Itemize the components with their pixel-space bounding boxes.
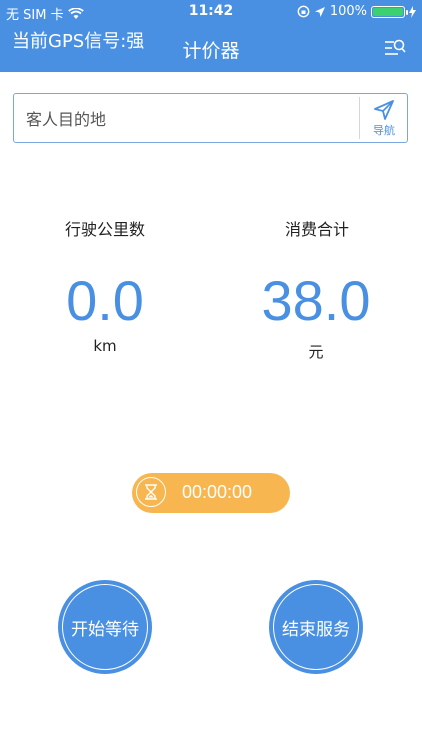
destination-input[interactable] [24, 94, 358, 144]
location-arrow-icon [314, 6, 325, 17]
hourglass-icon [145, 484, 157, 500]
distance-value: 0.0 [66, 269, 144, 332]
wait-timer: 00:00:00 [132, 473, 290, 513]
status-right: 100% [297, 4, 416, 19]
cost-value: 38.0 [261, 269, 371, 332]
distance-unit: km [93, 337, 117, 355]
search-list-button[interactable] [384, 38, 406, 58]
timer-value: 00:00:00 [182, 482, 253, 502]
navigate-label: 导航 [373, 124, 395, 137]
battery-percent: 100% [329, 4, 367, 19]
charging-icon [409, 5, 416, 18]
orientation-lock-icon [297, 5, 310, 18]
start-wait-button[interactable]: 开始等待 [58, 580, 152, 674]
send-arrow-icon [374, 100, 394, 120]
battery-level [373, 7, 403, 16]
navigate-button[interactable]: 导航 [361, 94, 407, 141]
header-bar: 无 SIM 卡 11:42 100% 当前GPS信号:强 计价器 [0, 0, 422, 72]
end-service-label: 结束服务 [282, 619, 350, 640]
start-wait-label: 开始等待 [71, 619, 139, 640]
cost-unit: 元 [308, 343, 324, 361]
distance-label: 行驶公里数 [64, 220, 145, 239]
status-bar: 无 SIM 卡 11:42 100% [0, 0, 422, 23]
divider [359, 97, 360, 139]
end-service-button[interactable]: 结束服务 [269, 580, 363, 674]
page-title: 计价器 [182, 40, 240, 62]
search-list-icon [385, 39, 406, 55]
timer-icon-ring [136, 477, 166, 507]
destination-field: 导航 [13, 93, 408, 144]
meter-screen: 无 SIM 卡 11:42 100% 当前GPS信号:强 计价器 客人目的地 导… [0, 0, 422, 750]
cost-label: 消费合计 [284, 220, 349, 239]
battery-icon [371, 5, 408, 18]
